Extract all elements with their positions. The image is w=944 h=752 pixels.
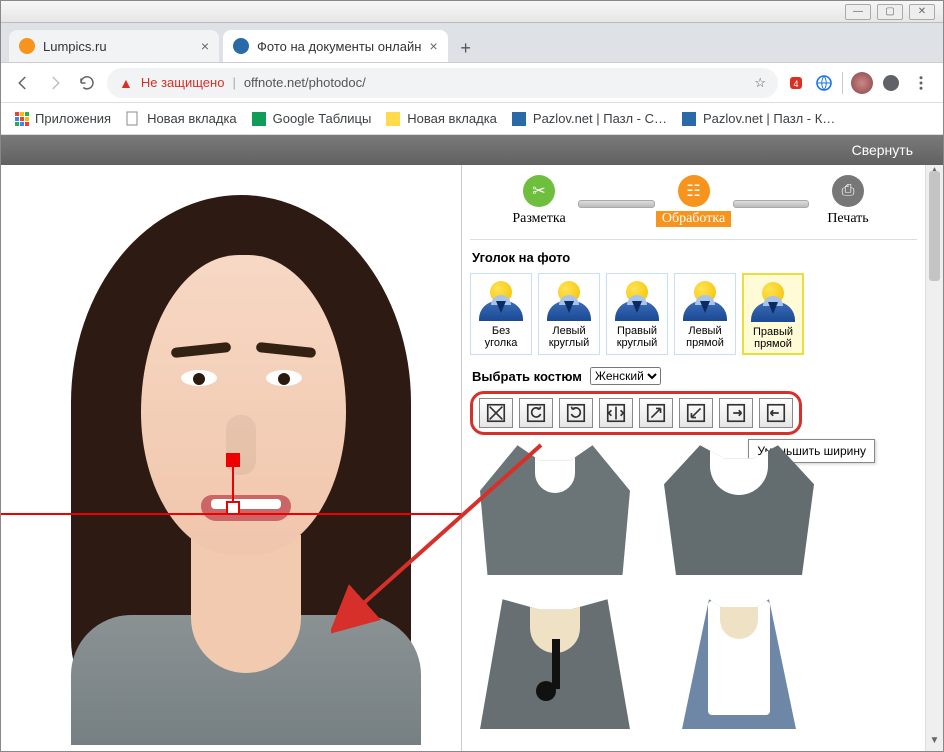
insecure-icon: ▲: [119, 75, 133, 91]
tool-width-decrease[interactable]: [759, 398, 793, 428]
incognito-icon[interactable]: [881, 73, 901, 93]
profile-avatar[interactable]: [851, 72, 873, 94]
corner-options: Безуголка Левыйкруглый Правыйкруглый: [470, 273, 917, 359]
tab-photodoc[interactable]: Фото на документы онлайн ×: [223, 30, 448, 62]
chrome-menu-button[interactable]: [909, 71, 933, 95]
tool-scale-up[interactable]: [639, 398, 673, 428]
bookmark-item[interactable]: Google Таблицы: [251, 111, 372, 127]
step-markup[interactable]: ✂ Разметка: [494, 175, 584, 227]
window-titlebar: — ▢ ✕: [1, 1, 943, 23]
corner-right-round[interactable]: Правыйкруглый: [606, 273, 668, 355]
collapse-link[interactable]: Свернуть: [852, 142, 913, 158]
costume-item[interactable]: [654, 599, 824, 739]
minimize-button[interactable]: —: [845, 4, 871, 20]
address-bar[interactable]: ▲ Не защищено | offnote.net/photodoc/ ☆: [107, 68, 778, 98]
svg-text:4: 4: [793, 79, 798, 89]
costume-label: Выбрать костюм: [472, 369, 582, 384]
maximize-button[interactable]: ▢: [877, 4, 903, 20]
corner-none[interactable]: Безуголка: [470, 273, 532, 355]
page-viewport: Свернуть Фото на документы: [1, 135, 943, 751]
bookmark-item[interactable]: Новая вкладка: [385, 111, 497, 127]
costume-gallery: [470, 441, 917, 739]
extension-icon[interactable]: 4: [786, 73, 806, 93]
corner-right-straight[interactable]: Правыйпрямой: [742, 273, 804, 355]
step-print[interactable]: ⎙ Печать: [803, 175, 893, 227]
tab-label: Фото на документы онлайн: [257, 39, 421, 54]
photo-overlay-label: Фото на документы: [17, 169, 152, 186]
tool-flip-horizontal[interactable]: [599, 398, 633, 428]
side-panel: ✂ Разметка ☷ Обработка ⎙ Печать: [461, 165, 943, 751]
nav-reload-button[interactable]: [75, 71, 99, 95]
costume-picker: Выбрать костюм Женский: [472, 367, 915, 385]
tab-lumpics[interactable]: Lumpics.ru ×: [9, 30, 219, 62]
nav-forward-button[interactable]: [43, 71, 67, 95]
tab-close-icon[interactable]: ×: [429, 38, 437, 54]
bookmarks-bar: Приложения Новая вкладка Google Таблицы …: [1, 103, 943, 135]
tab-strip: Lumpics.ru × Фото на документы онлайн × …: [1, 23, 943, 63]
extension-globe-icon[interactable]: [814, 73, 834, 93]
bookmark-star-icon[interactable]: ☆: [754, 75, 766, 91]
bookmark-item[interactable]: Pazlov.net | Пазл - С…: [511, 111, 667, 127]
apps-grid-icon: [15, 112, 29, 126]
costume-item[interactable]: [470, 599, 640, 739]
tool-rotate-right[interactable]: [559, 398, 593, 428]
bookmark-apps[interactable]: Приложения: [15, 111, 111, 126]
scroll-down-icon[interactable]: ▼: [926, 735, 943, 751]
workflow-stepper: ✂ Разметка ☷ Обработка ⎙ Печать: [470, 169, 917, 229]
bookmark-item[interactable]: Pazlov.net | Пазл - К…: [681, 111, 835, 127]
puzzle-icon: [511, 111, 527, 127]
puzzle-icon: [681, 111, 697, 127]
security-status: Не защищено: [141, 75, 225, 90]
printer-icon: ⎙: [832, 175, 864, 207]
app-topbar: Свернуть: [1, 135, 943, 165]
sliders-icon: ☷: [678, 175, 710, 207]
favicon-icon: [19, 38, 35, 54]
tab-label: Lumpics.ru: [43, 39, 193, 54]
bookmark-item[interactable]: Новая вкладка: [125, 111, 237, 127]
costume-select[interactable]: Женский: [590, 367, 661, 385]
corner-left-round[interactable]: Левыйкруглый: [538, 273, 600, 355]
costume-item[interactable]: [654, 445, 824, 585]
tool-remove[interactable]: [479, 398, 513, 428]
vertical-scrollbar[interactable]: ▲ ▼: [925, 165, 943, 751]
url-text: offnote.net/photodoc/: [244, 75, 366, 90]
yandex-icon: [385, 111, 401, 127]
portrait-placeholder: [31, 185, 451, 745]
menu-separator: [842, 72, 843, 94]
corner-heading: Уголок на фото: [472, 250, 915, 265]
corner-left-straight[interactable]: Левыйпрямой: [674, 273, 736, 355]
guide-handle[interactable]: [226, 501, 240, 515]
tool-scale-down[interactable]: [679, 398, 713, 428]
toolbar: ▲ Не защищено | offnote.net/photodoc/ ☆ …: [1, 63, 943, 103]
tab-close-icon[interactable]: ×: [201, 38, 209, 54]
tool-rotate-left[interactable]: [519, 398, 553, 428]
favicon-icon: [233, 38, 249, 54]
chrome-window: — ▢ ✕ Lumpics.ru × Фото на документы онл…: [0, 0, 944, 752]
tool-width-increase[interactable]: [719, 398, 753, 428]
sheets-icon: [251, 111, 267, 127]
scrollbar-thumb[interactable]: [929, 171, 940, 281]
close-window-button[interactable]: ✕: [909, 4, 935, 20]
nav-back-button[interactable]: [11, 71, 35, 95]
transform-toolbar: [470, 391, 802, 435]
crop-icon: ✂: [523, 175, 555, 207]
new-tab-button[interactable]: +: [452, 34, 480, 62]
photo-preview[interactable]: Фото на документы: [1, 165, 461, 751]
step-process[interactable]: ☷ Обработка: [649, 175, 739, 227]
guide-handle[interactable]: [226, 453, 240, 467]
guide-tick: [232, 467, 234, 501]
page-icon: [125, 111, 141, 127]
costume-item[interactable]: [470, 445, 640, 585]
